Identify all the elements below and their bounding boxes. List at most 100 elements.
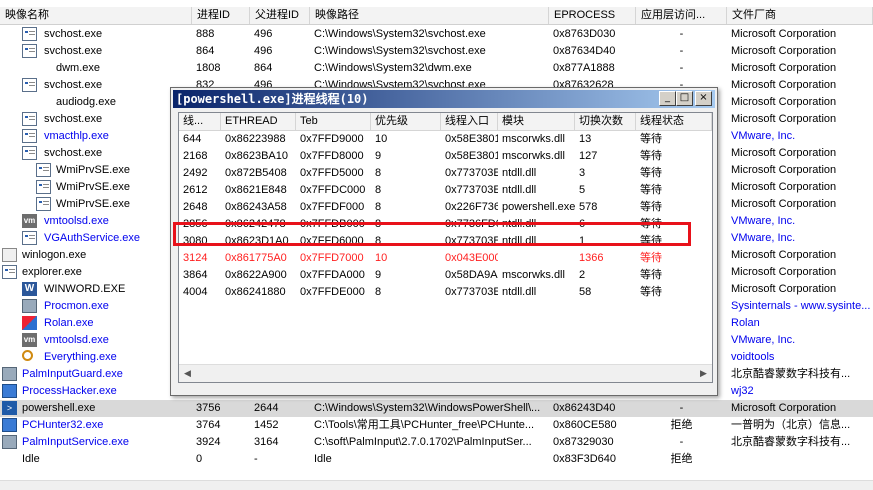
column-header-image-name[interactable]: 映像名称 bbox=[0, 7, 192, 24]
thread-row[interactable]: 2648 0x86243A58 0x7FFDF000 8 0x226F7363 power… bbox=[179, 199, 712, 216]
window-title-text: [powershell.exe]进程线程(10) bbox=[176, 92, 369, 106]
process-row[interactable]: svchost.exe 864 496 C:\Windows\System32\svc… bbox=[0, 43, 873, 60]
thread-cell-tid: 3864 bbox=[183, 269, 208, 281]
thread-row[interactable]: 2612 0x8621E848 0x7FFDC000 8 0x773703E7 ntdll… bbox=[179, 182, 712, 199]
thread-column-header-switches[interactable]: 切换次数 bbox=[575, 113, 636, 130]
cell-access: - bbox=[679, 28, 684, 40]
thread-cell-entry: 0x773703E7 bbox=[445, 167, 498, 179]
thread-cell-ethread: 0x86241880 bbox=[225, 286, 286, 298]
scroll-left-arrow-icon[interactable]: ◀ bbox=[179, 365, 196, 382]
cell-vendor: Microsoft Corporation bbox=[731, 181, 837, 193]
thread-row[interactable]: 3864 0x8622A900 0x7FFDA000 9 0x58DA9A9F mscor… bbox=[179, 267, 712, 284]
thread-list-header: 线... ETHREAD Teb 优先级 线程入口 模块 切换次数 线程状态 bbox=[179, 113, 712, 131]
cell-pid: 3924 bbox=[196, 436, 221, 448]
thread-cell-tid: 2492 bbox=[183, 167, 208, 179]
thread-window-title[interactable]: [powershell.exe]进程线程(10) bbox=[173, 90, 715, 108]
palm-icon bbox=[2, 435, 17, 449]
process-row[interactable]: Idle 0 - Idle 0x83F3D640 拒绝 bbox=[0, 451, 873, 468]
thread-row[interactable]: 644 0x86223988 0x7FFD9000 10 0x58E38014 mscor… bbox=[179, 131, 712, 148]
cell-access: - bbox=[679, 436, 684, 448]
scroll-right-arrow-icon[interactable]: ▶ bbox=[695, 365, 712, 382]
thread-cell-module: powershell.exe bbox=[502, 201, 575, 213]
thread-column-header-teb[interactable]: Teb bbox=[296, 113, 371, 130]
thread-row[interactable]: 3080 0x8623D1A0 0x7FFD6000 8 0x773703E7 ntdll… bbox=[179, 233, 712, 250]
thread-cell-priority: 9 bbox=[375, 150, 382, 162]
cell-image-name: Idle bbox=[22, 453, 40, 465]
thread-column-header-entry[interactable]: 线程入口 bbox=[441, 113, 498, 130]
thread-cell-tid: 2648 bbox=[183, 201, 208, 213]
thread-cell-switches: 127 bbox=[579, 150, 598, 162]
thread-column-header-module[interactable]: 模块 bbox=[498, 113, 575, 130]
cell-image-path: C:\Windows\System32\dwm.exe bbox=[314, 62, 472, 74]
thread-row[interactable]: 4004 0x86241880 0x7FFDE000 8 0x773703E7 ntdll… bbox=[179, 284, 712, 301]
thread-cell-state: 等待 bbox=[640, 235, 662, 247]
process-row[interactable]: dwm.exe 1808 864 C:\Windows\System32\dwm.ex… bbox=[0, 60, 873, 77]
service-icon bbox=[22, 146, 37, 160]
thread-cell-ethread: 0x8621E848 bbox=[225, 184, 287, 196]
process-row[interactable]: > powershell.exe 3756 2644 C:\Windows\System… bbox=[0, 400, 873, 417]
cell-eprocess: 0x83F3D640 bbox=[553, 453, 616, 465]
column-header-vendor[interactable]: 文件厂商 bbox=[727, 7, 873, 24]
winlogon-icon bbox=[2, 248, 17, 262]
thread-cell-module: mscorwks.dll bbox=[502, 150, 565, 162]
thread-row[interactable]: 3124 0x861775A0 0x7FFD7000 10 0x043E0000 1366… bbox=[179, 250, 712, 267]
thread-cell-state: 等待 bbox=[640, 184, 662, 196]
service-icon bbox=[36, 197, 51, 211]
cell-image-name: ProcessHacker.exe bbox=[22, 385, 117, 397]
service-icon bbox=[22, 129, 37, 143]
thread-cell-ethread: 0x86223988 bbox=[225, 133, 286, 145]
column-header-eprocess[interactable]: EPROCESS bbox=[549, 7, 636, 24]
process-row[interactable]: svchost.exe 888 496 C:\Windows\System32\svc… bbox=[0, 26, 873, 43]
cell-access: 拒绝 bbox=[670, 453, 693, 465]
column-header-image-path[interactable]: 映像路径 bbox=[310, 7, 549, 24]
maximize-button[interactable]: □ bbox=[676, 91, 693, 106]
thread-cell-priority: 10 bbox=[375, 133, 388, 145]
thread-cell-ethread: 0x872B5408 bbox=[225, 167, 287, 179]
cell-eprocess: 0x87329030 bbox=[553, 436, 614, 448]
thread-column-header-priority[interactable]: 优先级 bbox=[371, 113, 441, 130]
cell-vendor: Microsoft Corporation bbox=[731, 62, 837, 74]
thread-window: [powershell.exe]进程线程(10) _ □ × 线... ETHRE… bbox=[170, 87, 718, 396]
cell-eprocess: 0x8763D030 bbox=[553, 28, 616, 40]
cell-image-name: PalmInputGuard.exe bbox=[22, 368, 123, 380]
thread-row[interactable]: 2856 0x86242478 0x7FFDB000 8 0x7736FD0F ntdll… bbox=[179, 216, 712, 233]
process-row[interactable]: PCHunter32.exe 3764 1452 C:\Tools\常用工具\PCHu… bbox=[0, 417, 873, 434]
thread-cell-switches: 58 bbox=[579, 286, 592, 298]
thread-cell-module: ntdll.dll bbox=[502, 286, 537, 298]
cell-image-name: winlogon.exe bbox=[22, 249, 87, 261]
cell-vendor: Sysinternals - www.sysinte... bbox=[731, 300, 871, 312]
column-header-ppid[interactable]: 父进程ID bbox=[250, 7, 310, 24]
cell-vendor: 北京酷睿蒙数字科技有... bbox=[731, 368, 851, 380]
cell-eprocess: 0x86243D40 bbox=[553, 402, 616, 414]
thread-cell-teb: 0x7FFD5000 bbox=[300, 167, 364, 179]
thread-cell-priority: 8 bbox=[375, 235, 382, 247]
thread-list[interactable]: 线... ETHREAD Teb 优先级 线程入口 模块 切换次数 线程状态 644 0x862… bbox=[178, 112, 713, 383]
thread-cell-teb: 0x7FFDF000 bbox=[300, 201, 365, 213]
thread-cell-priority: 8 bbox=[375, 286, 382, 298]
thread-cell-state: 等待 bbox=[640, 167, 662, 179]
cell-access: - bbox=[679, 62, 684, 74]
close-button[interactable]: × bbox=[695, 91, 712, 106]
thread-column-header-ethread[interactable]: ETHREAD bbox=[221, 113, 296, 130]
cell-vendor: Microsoft Corporation bbox=[731, 45, 837, 57]
cell-image-name: powershell.exe bbox=[22, 402, 96, 414]
thread-list-horizontal-scrollbar[interactable]: ◀ ▶ bbox=[179, 364, 712, 382]
column-header-access[interactable]: 应用层访问... bbox=[636, 7, 727, 24]
powershell-icon: > bbox=[2, 401, 17, 415]
thread-row[interactable]: 2168 0x8623BA10 0x7FFD8000 9 0x58E38014 mscor… bbox=[179, 148, 712, 165]
thread-column-header-tid[interactable]: 线... bbox=[179, 113, 221, 130]
thread-row[interactable]: 2492 0x872B5408 0x7FFD5000 8 0x773703E7 ntdll… bbox=[179, 165, 712, 182]
thread-cell-entry: 0x773703E7 bbox=[445, 235, 498, 247]
thread-cell-module bbox=[498, 250, 575, 267]
cell-image-path: C:\Windows\System32\WindowsPowerShell\..… bbox=[314, 402, 541, 414]
minimize-button[interactable]: _ bbox=[659, 91, 676, 106]
process-list-header: 映像名称 进程ID 父进程ID 映像路径 EPROCESS 应用层访问... 文件厂商 bbox=[0, 7, 873, 25]
column-header-pid[interactable]: 进程ID bbox=[192, 7, 250, 24]
cell-vendor: VMware, Inc. bbox=[731, 334, 796, 346]
process-row[interactable]: PalmInputService.exe 3924 3164 C:\soft\Palm… bbox=[0, 434, 873, 451]
cell-eprocess: 0x877A1888 bbox=[553, 62, 615, 74]
thread-cell-ethread: 0x861775A0 bbox=[225, 252, 287, 264]
thread-cell-module: ntdll.dll bbox=[502, 167, 537, 179]
thread-cell-module: mscorwks.dll bbox=[502, 133, 565, 145]
thread-column-header-state[interactable]: 线程状态 bbox=[636, 113, 712, 130]
